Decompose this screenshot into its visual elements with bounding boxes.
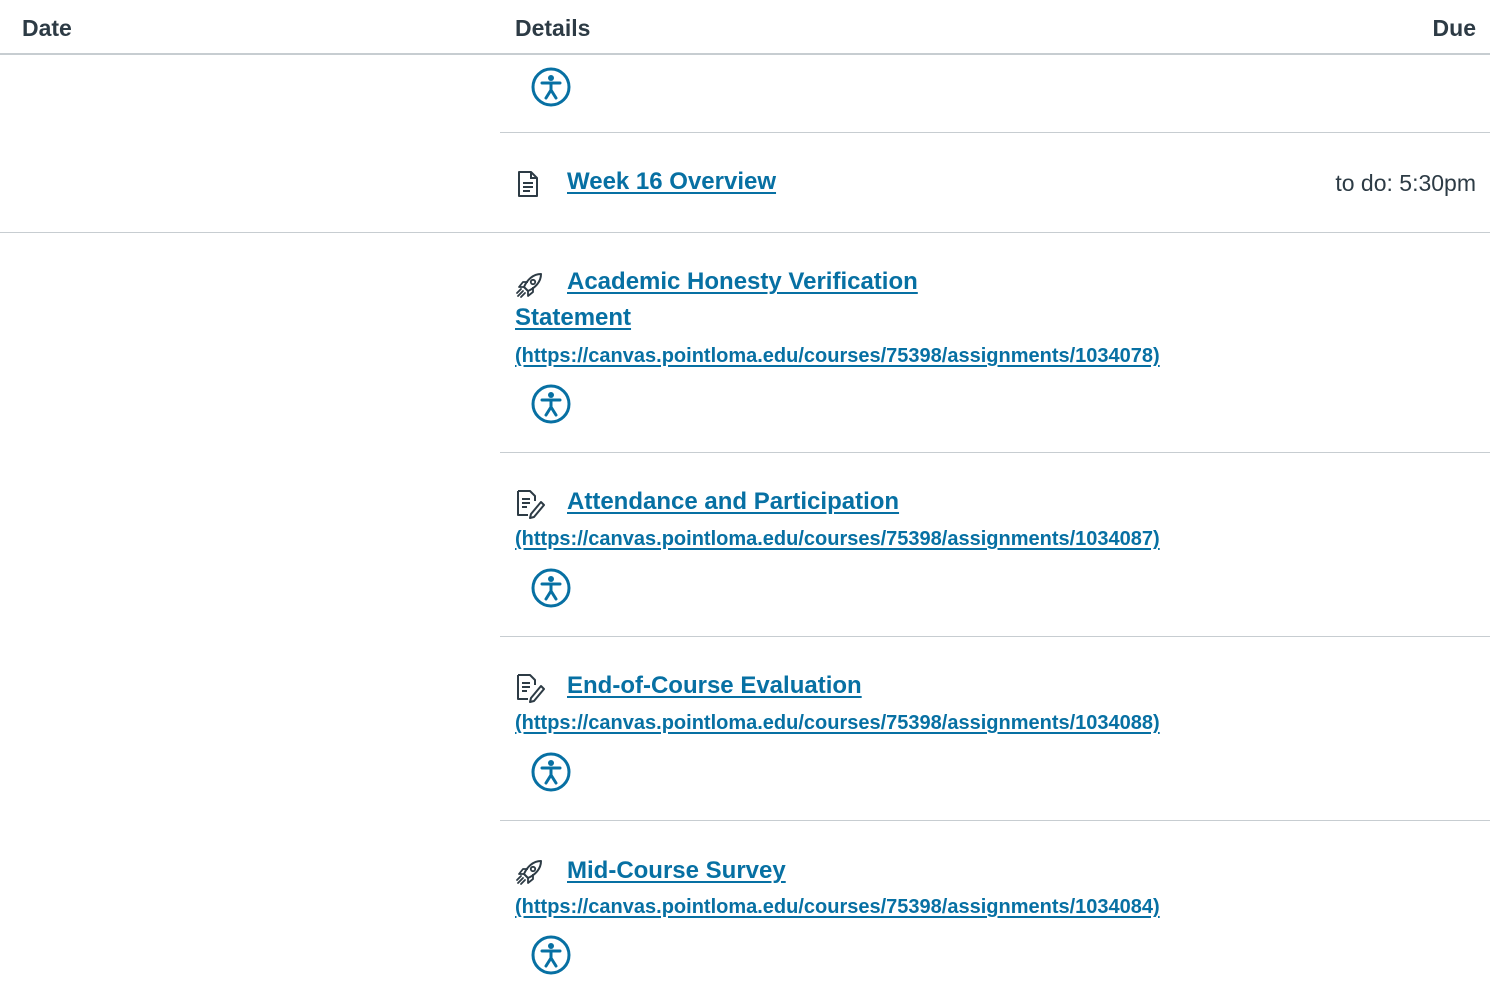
accessibility-icon[interactable] — [530, 567, 572, 609]
column-header-date: Date — [22, 15, 72, 41]
end-of-course-url-link[interactable]: (https://canvas.pointloma.edu/courses/75… — [515, 712, 1160, 735]
row-divider — [500, 452, 1490, 453]
row-divider — [500, 636, 1490, 637]
academic-honesty-url-link[interactable]: (https://canvas.pointloma.edu/courses/75… — [515, 345, 1160, 368]
date-group-divider — [0, 232, 1490, 233]
due-date-text: to do: 5:30pm — [1335, 170, 1476, 196]
attendance-url-link[interactable]: (https://canvas.pointloma.edu/courses/75… — [515, 528, 1160, 551]
mid-course-survey-url-link[interactable]: (https://canvas.pointloma.edu/courses/75… — [515, 896, 1160, 919]
accessibility-icon[interactable] — [530, 66, 572, 108]
assignment-icon — [517, 674, 545, 703]
academic-honesty-link-line1[interactable]: Academic Honesty Verification — [567, 268, 918, 296]
accessibility-icon[interactable] — [530, 383, 572, 425]
assignment-icon — [517, 490, 545, 519]
attendance-participation-link[interactable]: Attendance and Participation — [567, 488, 899, 516]
column-header-details: Details — [515, 15, 591, 41]
row-divider — [500, 132, 1490, 133]
accessibility-icon[interactable] — [530, 751, 572, 793]
mid-course-survey-link[interactable]: Mid-Course Survey — [567, 857, 786, 885]
column-header-due: Due — [1432, 15, 1476, 41]
academic-honesty-link-line2[interactable]: Statement — [515, 304, 631, 332]
accessibility-icon[interactable] — [530, 934, 572, 976]
table-header: Date Details Due — [0, 0, 1490, 55]
row-divider — [500, 820, 1490, 821]
page-icon — [518, 171, 538, 197]
end-of-course-evaluation-link[interactable]: End-of-Course Evaluation — [567, 672, 862, 700]
syllabus-schedule-table: Date Details Due Week 16 Overview to do:… — [0, 0, 1490, 1003]
quiz-rocket-icon — [516, 273, 542, 298]
week-16-overview-link[interactable]: Week 16 Overview — [567, 168, 776, 196]
quiz-rocket-icon — [516, 860, 542, 885]
